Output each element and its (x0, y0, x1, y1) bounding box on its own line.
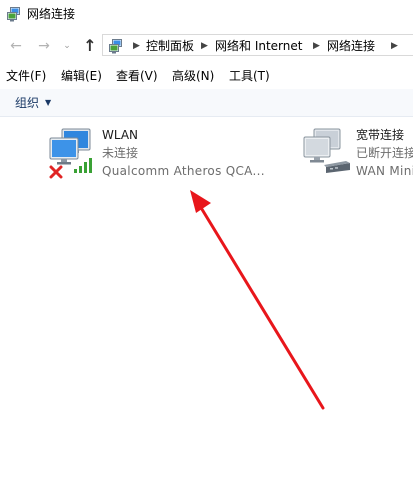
connection-device: WAN Mini (356, 164, 413, 178)
title-bar: 网络连接 (0, 0, 413, 30)
caret-down-icon[interactable]: ▼ (45, 97, 51, 109)
modem-icon (324, 159, 352, 175)
connection-name: WLAN (102, 128, 139, 142)
arrow-left-icon[interactable]: ← (8, 38, 24, 54)
network-connections-icon (6, 6, 22, 22)
connection-device: Qualcomm Atheros QCA... (102, 164, 265, 178)
breadcrumb-separator-icon[interactable]: ▶ (133, 39, 140, 53)
arrow-right-icon[interactable]: → (36, 38, 52, 54)
breadcrumb-control-panel[interactable]: 控制面板 (146, 38, 194, 54)
breadcrumb-separator-icon[interactable]: ▶ (313, 39, 320, 53)
organize-button[interactable]: 组织 (15, 95, 39, 111)
breadcrumb-separator-icon[interactable]: ▶ (391, 39, 398, 53)
arrow-up-icon[interactable]: ↑ (82, 38, 98, 54)
menu-file[interactable]: 文件(F) (6, 68, 46, 84)
breadcrumb-separator-icon[interactable]: ▶ (201, 39, 208, 53)
breadcrumb-network-connections[interactable]: 网络连接 (327, 38, 375, 54)
signal-bars-icon (73, 156, 95, 174)
connection-name: 宽带连接 (356, 128, 405, 142)
connection-status: 未连接 (102, 146, 139, 160)
menu-bar: 文件(F) 编辑(E) 查看(V) 高级(N) 工具(T) (0, 66, 413, 86)
chevron-down-icon[interactable]: ⌄ (62, 38, 72, 54)
connection-item-wlan[interactable]: WLAN 未连接 Qualcomm Atheros QCA... (48, 126, 268, 182)
menu-view[interactable]: 查看(V) (116, 68, 158, 84)
menu-advanced[interactable]: 高级(N) (172, 68, 214, 84)
breadcrumb-network-internet[interactable]: 网络和 Internet (215, 38, 302, 54)
window-title: 网络连接 (27, 7, 76, 21)
disconnected-x-icon (49, 164, 63, 179)
connection-item-broadband[interactable]: 宽带连接 已断开连接 WAN Mini (302, 126, 413, 182)
navigation-bar: ← → ⌄ ↑ ▶ 控制面板 ▶ 网络和 Internet ▶ 网络连接 ▶ (0, 34, 413, 58)
menu-tools[interactable]: 工具(T) (229, 68, 270, 84)
connection-status: 已断开连接 (356, 146, 413, 160)
menu-edit[interactable]: 编辑(E) (61, 68, 102, 84)
network-connections-icon (108, 38, 124, 54)
address-bar[interactable]: ▶ 控制面板 ▶ 网络和 Internet ▶ 网络连接 ▶ (102, 34, 413, 56)
command-bar: 组织 ▼ (0, 89, 413, 117)
